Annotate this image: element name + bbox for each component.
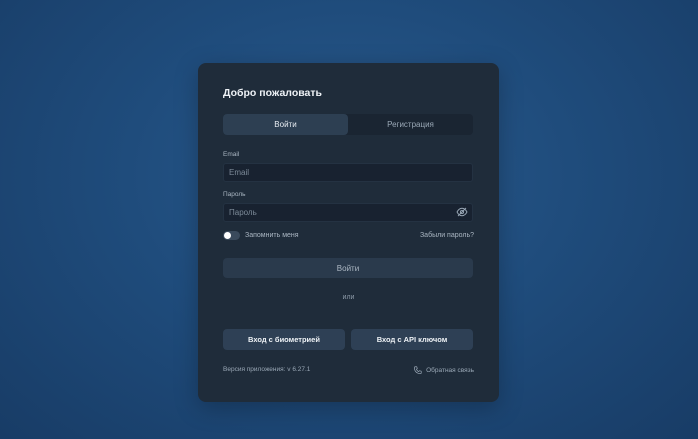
password-label: Пароль	[223, 191, 246, 198]
feedback-link[interactable]: Обратная связь	[413, 366, 474, 375]
eye-off-icon[interactable]	[456, 206, 468, 218]
login-title: Добро пожаловать	[223, 87, 322, 99]
tab-login[interactable]: Войти	[223, 114, 348, 135]
email-field[interactable]	[223, 163, 473, 182]
api-key-login-button[interactable]: Вход с API ключом	[351, 329, 473, 350]
email-label: Email	[223, 151, 240, 158]
login-button[interactable]: Войти	[223, 258, 473, 278]
remember-label: Запомнить меня	[245, 232, 299, 239]
tab-register[interactable]: Регистрация	[348, 114, 473, 135]
password-field[interactable]	[223, 203, 473, 222]
biometric-login-button[interactable]: Вход с биометрией	[223, 329, 345, 350]
auth-tabs: Войти Регистрация	[223, 114, 473, 135]
phone-icon	[414, 366, 422, 375]
remember-toggle[interactable]	[223, 231, 240, 240]
toggle-knob	[224, 232, 231, 239]
app-version: Версия приложения: v 6.27.1	[223, 366, 311, 373]
feedback-label: Обратная связь	[426, 367, 474, 374]
divider-text: или	[342, 294, 355, 301]
forgot-password-link[interactable]: Забыли пароль?	[420, 232, 474, 239]
login-card: Добро пожаловать Войти Регистрация Email…	[198, 63, 499, 402]
